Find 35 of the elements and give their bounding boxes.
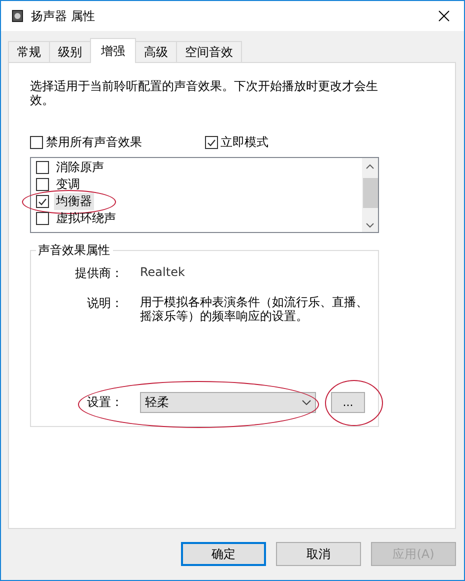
field-label: 设置： — [86, 394, 123, 411]
checkbox[interactable] — [36, 195, 49, 208]
scrollbar[interactable] — [362, 158, 378, 232]
speaker-icon — [12, 10, 23, 22]
scroll-thumb[interactable] — [362, 178, 378, 208]
tab[interactable]: 空间音效 — [176, 41, 242, 62]
instruction-text: 选择适用于当前聆听配置的声音效果。下次开始播放时更改才会生效。 — [30, 79, 379, 107]
effect-item[interactable]: 均衡器 — [54, 193, 94, 210]
tab[interactable]: 增强 — [90, 38, 136, 63]
dropdown-value: 轻柔 — [145, 394, 169, 411]
window-title: 扬声器 属性 — [31, 8, 96, 24]
chevron-down-icon — [302, 400, 311, 405]
checkbox[interactable] — [36, 212, 49, 225]
field-label: 说明： — [86, 295, 123, 312]
checkbox[interactable] — [204, 136, 218, 149]
scroll-up-icon[interactable] — [366, 164, 374, 169]
effect-item[interactable]: 变调 — [54, 176, 82, 193]
scroll-down-icon[interactable] — [366, 223, 374, 228]
effect-item[interactable]: 虚拟环绕声 — [54, 210, 118, 227]
checkbox-label: 立即模式 — [220, 134, 268, 151]
close-icon — [438, 10, 450, 22]
dialog-button[interactable]: 取消 — [276, 542, 361, 566]
checkbox[interactable] — [30, 136, 43, 149]
effect-item[interactable]: 消除原声 — [54, 159, 106, 176]
description-text: 用于模拟各种表演条件（如流行乐、直播、摇滚乐等）的频率响应的设置。 — [140, 295, 368, 323]
dialog-button[interactable]: 确定 — [181, 542, 266, 566]
checkbox[interactable] — [36, 161, 49, 174]
tab[interactable]: 常规 — [8, 41, 50, 62]
checkbox-label: 禁用所有声音效果 — [46, 134, 142, 151]
group-title: 声音效果属性 — [37, 242, 111, 259]
provider-value: Realtek — [140, 265, 186, 279]
setting-dropdown[interactable]: 轻柔 — [140, 392, 316, 413]
more-button[interactable]: ... — [331, 392, 365, 413]
checkbox[interactable] — [36, 178, 49, 191]
field-label: 提供商： — [74, 265, 123, 282]
